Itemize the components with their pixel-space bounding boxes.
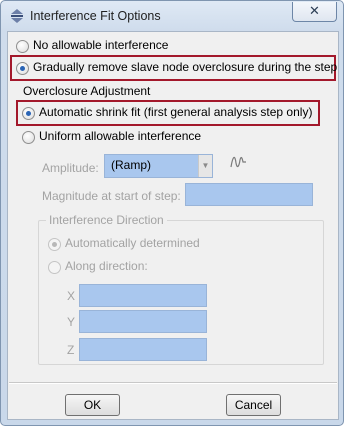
along-direction-radio[interactable] xyxy=(48,261,61,274)
uniform-interference-radio[interactable] xyxy=(22,131,35,144)
ok-button[interactable]: OK xyxy=(65,394,120,416)
cancel-button[interactable]: Cancel xyxy=(226,394,281,416)
close-icon: ✕ xyxy=(309,3,320,18)
amplitude-label: Amplitude: xyxy=(42,161,99,175)
gradually-remove-radio[interactable] xyxy=(16,62,29,75)
x-direction-input[interactable] xyxy=(79,284,207,307)
overclosure-adjustment-title: Overclosure Adjustment xyxy=(23,84,151,98)
auto-determined-radio[interactable] xyxy=(48,238,61,251)
window-title: Interference Fit Options xyxy=(30,9,161,23)
amplitude-plot-icon[interactable] xyxy=(230,153,248,171)
magnitude-input[interactable] xyxy=(185,183,313,206)
magnitude-label: Magnitude at start of step: xyxy=(42,189,181,203)
close-button[interactable]: ✕ xyxy=(292,2,337,22)
x-label: X xyxy=(67,289,76,303)
uniform-interference-label[interactable]: Uniform allowable interference xyxy=(39,129,201,143)
chevron-down-icon[interactable]: ▼ xyxy=(198,155,212,177)
button-separator xyxy=(9,382,337,384)
z-label: Z xyxy=(67,343,75,357)
dialog-body: No allowable interference Gradually remo… xyxy=(7,31,339,420)
z-direction-input[interactable] xyxy=(79,338,207,361)
y-direction-input[interactable] xyxy=(79,310,207,333)
auto-determined-label: Automatically determined xyxy=(65,236,200,250)
interference-direction-title: Interference Direction xyxy=(46,213,167,227)
automatic-shrink-radio[interactable] xyxy=(22,107,35,120)
dialog-window: Interference Fit Options ✕ No allowable … xyxy=(0,0,344,426)
y-label: Y xyxy=(67,315,76,329)
dialog-icon xyxy=(11,9,23,23)
no-allowable-radio[interactable] xyxy=(16,40,29,53)
title-bar[interactable]: Interference Fit Options ✕ xyxy=(1,1,343,31)
along-direction-label: Along direction: xyxy=(65,259,148,273)
automatic-shrink-label[interactable]: Automatic shrink fit (first general anal… xyxy=(39,105,312,119)
gradually-remove-label[interactable]: Gradually remove slave node overclosure … xyxy=(33,60,337,74)
amplitude-value: (Ramp) xyxy=(111,158,152,172)
no-allowable-label[interactable]: No allowable interference xyxy=(33,38,168,52)
amplitude-select[interactable]: (Ramp) ▼ xyxy=(104,154,213,178)
